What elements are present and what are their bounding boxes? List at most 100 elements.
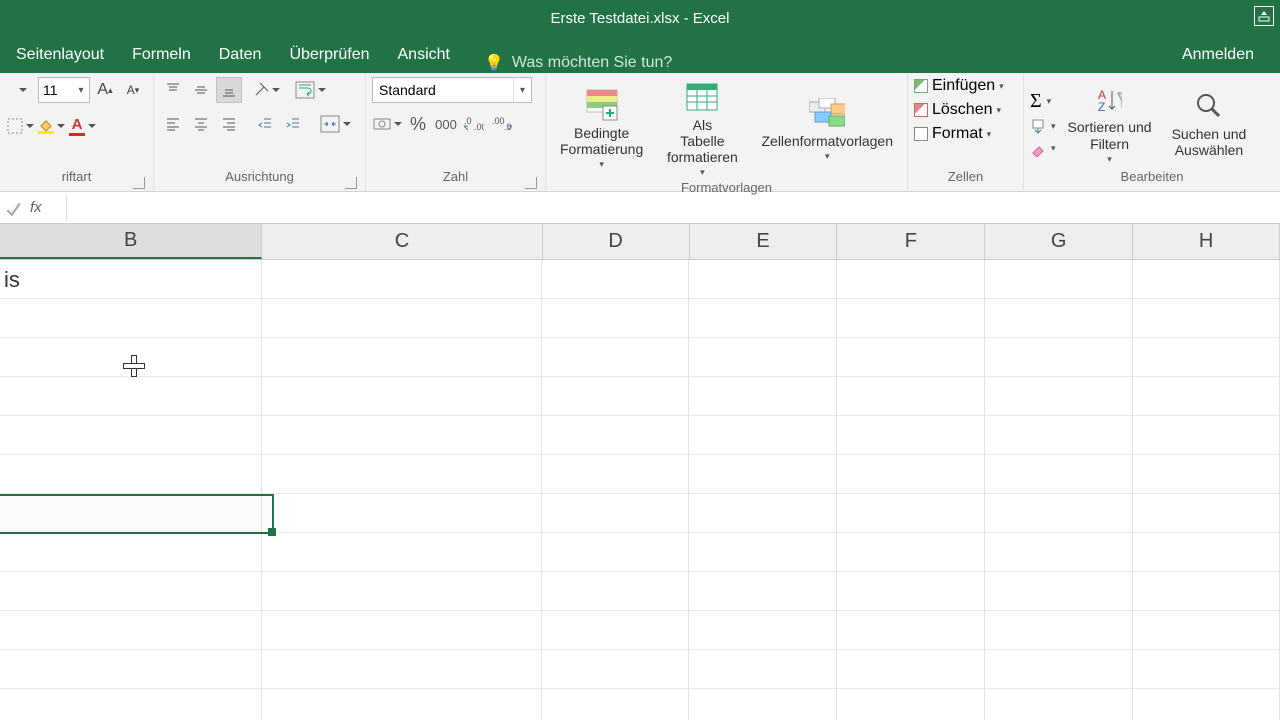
autosum-button[interactable]: Σ▾ — [1030, 90, 1056, 113]
cell[interactable] — [1133, 494, 1280, 533]
cell[interactable] — [542, 689, 689, 720]
cell[interactable] — [689, 494, 837, 533]
cell[interactable] — [0, 338, 262, 377]
cell[interactable] — [689, 260, 837, 299]
cell[interactable] — [542, 455, 689, 494]
grid-rows[interactable]: is — [0, 260, 1280, 720]
cell[interactable] — [0, 299, 262, 338]
tab-seitenlayout[interactable]: Seitenlayout — [2, 36, 118, 73]
cell[interactable] — [985, 533, 1133, 572]
tab-daten[interactable]: Daten — [205, 36, 276, 73]
cell[interactable] — [0, 611, 262, 650]
cell[interactable] — [262, 299, 542, 338]
cell[interactable] — [262, 611, 542, 650]
cell[interactable] — [985, 377, 1133, 416]
font-size-dropdown-arrow[interactable]: ▾ — [73, 85, 89, 96]
cell[interactable] — [0, 377, 262, 416]
fill-color-button[interactable] — [37, 113, 66, 139]
cell[interactable] — [0, 533, 262, 572]
cell[interactable] — [542, 533, 689, 572]
cell[interactable] — [262, 416, 542, 455]
comma-style-button[interactable]: 000 — [433, 111, 459, 137]
cell[interactable] — [1133, 572, 1280, 611]
cell[interactable] — [262, 455, 542, 494]
cell[interactable] — [0, 572, 262, 611]
cell[interactable] — [542, 611, 689, 650]
cell[interactable] — [837, 494, 985, 533]
tab-formeln[interactable]: Formeln — [118, 36, 205, 73]
cell[interactable] — [542, 299, 689, 338]
cell[interactable] — [262, 533, 542, 572]
percent-style-button[interactable]: % — [405, 111, 431, 137]
insert-cells-button[interactable]: Einfügen ▾ — [914, 77, 1004, 95]
increase-font-button[interactable]: A▴ — [92, 77, 118, 103]
decrease-decimal-button[interactable]: .00.0 — [489, 111, 515, 137]
cell[interactable] — [262, 572, 542, 611]
number-format-dropdown[interactable]: Standard ▾ — [372, 77, 532, 103]
cell[interactable] — [542, 650, 689, 689]
cell[interactable] — [689, 533, 837, 572]
cell[interactable] — [837, 572, 985, 611]
cell[interactable] — [689, 455, 837, 494]
increase-decimal-button[interactable]: .0.00 — [461, 111, 487, 137]
cell[interactable] — [0, 494, 262, 533]
align-center-button[interactable] — [188, 111, 214, 137]
ribbon-display-options[interactable] — [1254, 6, 1274, 26]
column-header-g[interactable]: G — [985, 224, 1133, 259]
format-as-table-button[interactable]: Als Tabelle formatieren ▾ — [655, 77, 749, 180]
wrap-text-button[interactable] — [291, 77, 329, 103]
cell[interactable] — [262, 689, 542, 720]
tab-ueberpruefen[interactable]: Überprüfen — [275, 36, 383, 73]
alignment-dialog-launcher[interactable] — [345, 177, 357, 189]
fx-icon[interactable]: fx — [30, 199, 58, 216]
tab-ansicht[interactable]: Ansicht — [384, 36, 464, 73]
cell[interactable] — [1133, 611, 1280, 650]
font-family-dropdown[interactable] — [6, 77, 36, 103]
font-size-input[interactable] — [39, 80, 73, 100]
cell[interactable] — [542, 377, 689, 416]
cell[interactable] — [1133, 533, 1280, 572]
fill-button[interactable]: ▾ — [1030, 119, 1056, 135]
orientation-button[interactable] — [252, 77, 281, 103]
align-right-button[interactable] — [216, 111, 242, 137]
cell[interactable] — [542, 416, 689, 455]
format-cells-button[interactable]: Format ▾ — [914, 125, 991, 143]
cell[interactable] — [1133, 689, 1280, 720]
cell-styles-button[interactable]: Zellenformatvorlagen ▾ — [753, 93, 901, 164]
font-dialog-launcher[interactable] — [133, 177, 145, 189]
sort-filter-button[interactable]: AZ Sortieren und Filtern ▾ — [1060, 79, 1160, 166]
decrease-font-button[interactable]: A▾ — [120, 77, 146, 103]
column-header-h[interactable]: H — [1133, 224, 1280, 259]
cell[interactable] — [0, 689, 262, 720]
cell[interactable] — [1133, 377, 1280, 416]
cell[interactable] — [1133, 260, 1280, 299]
decrease-indent-button[interactable] — [252, 111, 278, 137]
cell[interactable] — [689, 611, 837, 650]
accounting-format-button[interactable] — [372, 111, 403, 137]
cell[interactable] — [689, 689, 837, 720]
cell[interactable] — [837, 338, 985, 377]
column-header-d[interactable]: D — [543, 224, 690, 259]
cell[interactable] — [985, 455, 1133, 494]
cell[interactable] — [542, 494, 689, 533]
cell[interactable] — [985, 299, 1133, 338]
cell[interactable] — [689, 377, 837, 416]
column-header-f[interactable]: F — [837, 224, 985, 259]
conditional-formatting-button[interactable]: Bedingte Formatierung ▾ — [552, 85, 651, 172]
cell[interactable] — [689, 572, 837, 611]
column-header-c[interactable]: C — [262, 224, 542, 259]
cell[interactable] — [837, 689, 985, 720]
cell[interactable] — [985, 650, 1133, 689]
cell[interactable] — [262, 338, 542, 377]
number-dialog-launcher[interactable] — [525, 177, 537, 189]
cell[interactable] — [1133, 416, 1280, 455]
cell[interactable] — [1133, 299, 1280, 338]
cell[interactable] — [985, 494, 1133, 533]
align-middle-button[interactable] — [188, 77, 214, 103]
cell[interactable] — [985, 572, 1133, 611]
delete-cells-button[interactable]: Löschen ▾ — [914, 101, 1001, 119]
cell[interactable] — [689, 299, 837, 338]
column-header-b[interactable]: B — [0, 224, 262, 259]
cell[interactable] — [985, 260, 1133, 299]
cell[interactable] — [1133, 455, 1280, 494]
